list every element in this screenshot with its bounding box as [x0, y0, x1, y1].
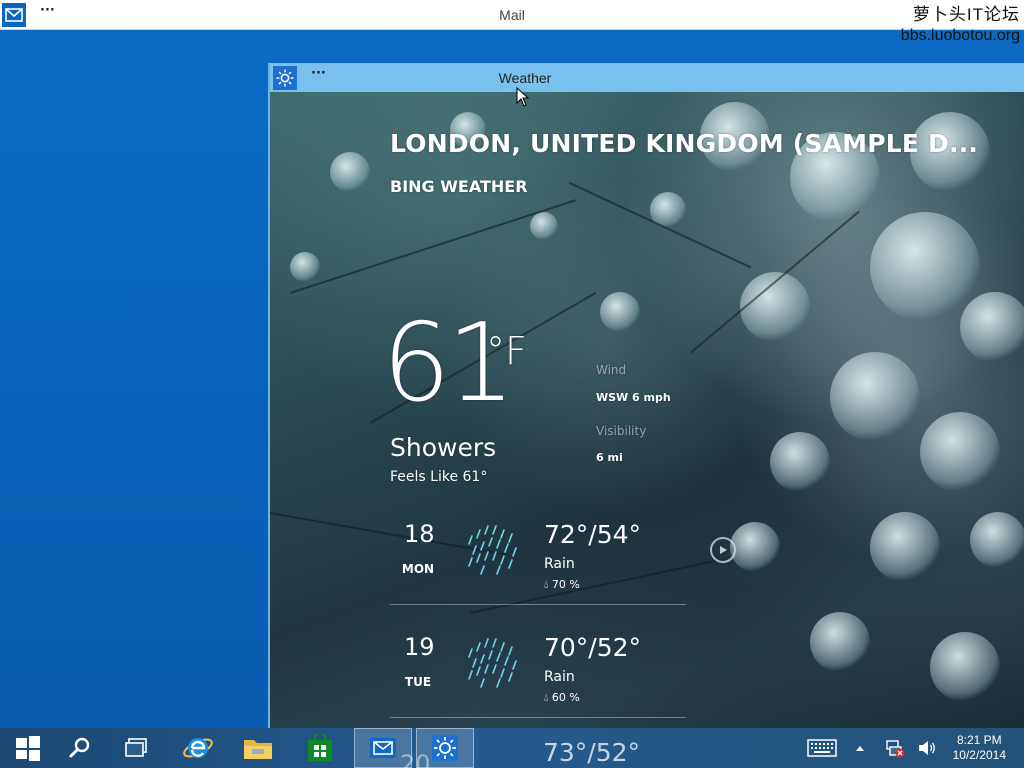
forecast-precip-value: 70 %	[551, 578, 580, 591]
forecast-precip: 💧︎ 60 %	[544, 691, 580, 705]
location-title[interactable]: LONDON, UNITED KINGDOM (SAMPLE D...	[390, 129, 978, 158]
watermark-line-2: bbs.luobotou.org	[900, 27, 1020, 44]
forecast-day-of-week: MON	[401, 562, 435, 576]
store-icon[interactable]	[292, 728, 348, 768]
search-icon[interactable]	[52, 728, 108, 768]
visibility-value: 6 mi	[596, 451, 623, 464]
visibility-label: Visibility	[596, 424, 647, 438]
forecast-day-number: 18	[404, 520, 435, 548]
mail-titlebar[interactable]: ··· Mail	[0, 0, 1024, 30]
forecast-temps: 72°/54°	[544, 520, 642, 549]
forecast-temps-peek: 73°/52°	[543, 738, 641, 767]
forecast-day-row[interactable]: 19 TUE 70°/52° Rain 💧︎ 60 %	[390, 633, 686, 728]
wind-label: Wind	[596, 363, 627, 377]
clock-date: 10/2/2014	[952, 748, 1006, 762]
taskbar: 8:21 PM 10/2/2014	[0, 728, 1024, 768]
forecast-condition: Rain	[544, 669, 575, 685]
start-icon[interactable]	[0, 728, 56, 768]
weather-window: ··· Weather LONDON, UNITED KINGDOM (SAMP…	[268, 63, 1024, 728]
clock-time: 8:21 PM	[956, 733, 1002, 747]
forecast-day-row[interactable]: 18 MON 72°/54° Rain 💧︎ 70 %	[390, 520, 686, 620]
weather-window-title: Weather	[498, 70, 552, 86]
forecast-precip-value: 60 %	[551, 691, 580, 704]
rain-icon	[468, 638, 517, 688]
provider-label: BING WEATHER	[390, 177, 528, 196]
raindrop-icon: 💧︎	[544, 578, 549, 591]
forecast-precip: 💧︎ 70 %	[544, 578, 580, 592]
network-disconnected-icon[interactable]	[882, 728, 908, 768]
file-explorer-icon[interactable]	[230, 728, 286, 768]
clock[interactable]: 8:21 PM 10/2/2014	[953, 733, 1006, 763]
current-condition: Showers	[390, 433, 497, 462]
wind-value: WSW 6 mph	[596, 391, 671, 404]
forecast-divider	[390, 717, 686, 718]
task-view-icon[interactable]	[108, 728, 164, 768]
watermark: 萝卜头IT论坛 bbs.luobotou.org	[901, 4, 1020, 46]
forecast-day-of-week: TUE	[404, 675, 432, 689]
forecast-divider	[390, 604, 686, 605]
raindrop-icon: 💧︎	[544, 691, 549, 704]
touch-keyboard-icon[interactable]	[804, 728, 840, 768]
forecast-condition: Rain	[544, 556, 575, 572]
watermark-line-1: 萝卜头IT论坛	[912, 5, 1020, 24]
temperature-unit[interactable]: °F	[486, 329, 527, 373]
volume-icon[interactable]	[914, 728, 940, 768]
weather-titlebar[interactable]: ··· Weather	[270, 63, 1024, 92]
mouse-cursor-icon	[516, 87, 530, 107]
forecast-day-number: 19	[404, 633, 435, 661]
forecast-day-number-peek: 20	[400, 750, 431, 768]
mail-window-title: Mail	[499, 7, 525, 23]
feels-like: Feels Like 61°	[390, 469, 488, 485]
rain-icon	[468, 525, 517, 575]
internet-explorer-icon[interactable]	[170, 728, 226, 768]
forecast-temps: 70°/52°	[544, 633, 642, 662]
play-icon[interactable]	[710, 537, 736, 563]
show-hidden-icons-icon[interactable]	[850, 728, 870, 768]
